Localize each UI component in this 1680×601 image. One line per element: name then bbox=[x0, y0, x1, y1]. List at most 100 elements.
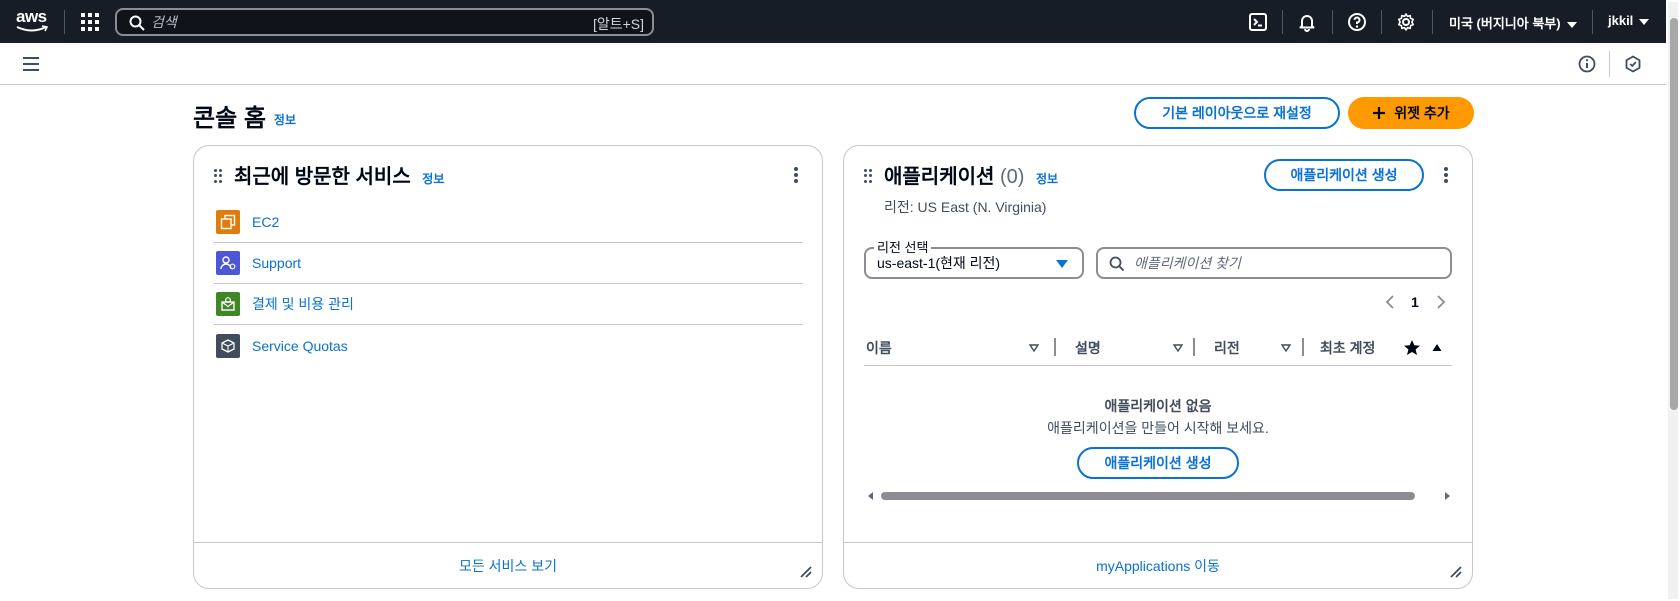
view-all-services-link[interactable]: 모든 서비스 보기 bbox=[459, 556, 557, 576]
scrollbar-thumb[interactable] bbox=[881, 492, 1415, 500]
service-item-ec2[interactable]: EC2 bbox=[214, 202, 803, 243]
find-applications-input[interactable] bbox=[1134, 255, 1434, 271]
billing-icon bbox=[216, 292, 240, 316]
column-header-first-account-cell: 최초 계정 bbox=[1320, 332, 1386, 362]
column-resizer[interactable] bbox=[1193, 338, 1195, 356]
find-applications-field[interactable] bbox=[1096, 247, 1452, 279]
drag-handle-icon[interactable] bbox=[864, 169, 872, 183]
go-to-myapplications-link[interactable]: myApplications 이동 bbox=[1096, 556, 1220, 576]
more-options-icon[interactable] bbox=[1444, 167, 1448, 183]
search-icon bbox=[129, 15, 145, 31]
table-header-divider bbox=[864, 365, 1452, 366]
create-application-button[interactable]: 애플리케이션 생성 bbox=[1264, 159, 1424, 191]
scroll-left-arrow-icon[interactable] bbox=[868, 492, 874, 500]
widget-title: 최근에 방문한 서비스 정보 bbox=[234, 160, 444, 189]
service-item-billing[interactable]: 결제 및 비용 관리 bbox=[214, 284, 803, 325]
topbar-divider bbox=[1282, 10, 1283, 34]
column-header-first-account[interactable]: 최초 계정 bbox=[1320, 338, 1375, 358]
aws-smile-icon bbox=[16, 25, 48, 32]
column-resizer[interactable] bbox=[1302, 338, 1304, 356]
region-select-value: us-east-1(현재 리전) bbox=[877, 255, 1001, 271]
add-widget-label: 위젯 추가 bbox=[1394, 105, 1450, 121]
page-info-link[interactable]: 정보 bbox=[274, 113, 296, 127]
plus-icon bbox=[1373, 107, 1386, 119]
region-select-label: 리전 선택 bbox=[874, 237, 932, 256]
sort-icon[interactable] bbox=[1281, 343, 1291, 353]
more-options-icon[interactable] bbox=[794, 167, 798, 183]
service-link[interactable]: 결제 및 비용 관리 bbox=[252, 294, 354, 314]
widget-title-text: 애플리케이션 bbox=[884, 166, 995, 188]
region-label: 미국 (버지니아 북부) bbox=[1449, 16, 1561, 31]
sort-ascending-icon[interactable] bbox=[1432, 343, 1442, 352]
empty-state-create-button[interactable]: 애플리케이션 생성 bbox=[1077, 447, 1239, 479]
topbar-divider bbox=[1592, 10, 1593, 34]
service-item-service-quotas[interactable]: Service Quotas bbox=[214, 325, 803, 366]
support-icon bbox=[216, 251, 240, 275]
service-link[interactable]: Support bbox=[252, 255, 301, 271]
topbar-divider bbox=[64, 10, 65, 34]
service-link[interactable]: EC2 bbox=[252, 214, 279, 230]
notifications-bell-icon[interactable] bbox=[1297, 12, 1317, 32]
feedback-hexagon-icon[interactable] bbox=[1624, 55, 1642, 73]
column-header-name[interactable]: 이름 bbox=[866, 338, 892, 358]
column-resizer[interactable] bbox=[1054, 338, 1056, 356]
info-circle-icon[interactable] bbox=[1578, 55, 1596, 73]
toolbar-divider bbox=[1609, 51, 1610, 77]
widget-title: 애플리케이션 (0) 정보 bbox=[884, 160, 1058, 189]
aws-logo-text: aws bbox=[16, 7, 47, 26]
account-menu[interactable]: jkkil bbox=[1608, 13, 1650, 28]
top-navigation-bar: aws [알트+S] 미국 (버지니아 북부) jk bbox=[0, 0, 1666, 43]
search-box[interactable]: [알트+S] bbox=[115, 8, 654, 36]
application-count: (0) bbox=[999, 166, 1025, 188]
horizontal-scrollbar[interactable] bbox=[864, 490, 1452, 502]
recently-visited-widget: 최근에 방문한 서비스 정보 EC2 Support 결제 및 비용 관리 Se… bbox=[193, 145, 823, 589]
drag-handle-icon[interactable] bbox=[214, 169, 222, 183]
caret-down-icon bbox=[1639, 18, 1650, 25]
widget-info-link[interactable]: 정보 bbox=[422, 172, 444, 186]
ec2-icon bbox=[216, 210, 240, 234]
resize-handle-icon[interactable] bbox=[1450, 566, 1462, 578]
resize-handle-icon[interactable] bbox=[800, 566, 812, 578]
page-title-text: 콘솔 홈 bbox=[193, 105, 266, 132]
search-shortcut: [알트+S] bbox=[592, 16, 644, 32]
widget-footer: myApplications 이동 bbox=[844, 542, 1472, 588]
help-icon[interactable] bbox=[1347, 12, 1367, 32]
secondary-toolbar bbox=[0, 43, 1666, 85]
service-link[interactable]: Service Quotas bbox=[252, 338, 348, 354]
services-grid-icon[interactable] bbox=[81, 13, 99, 31]
applications-widget: 애플리케이션 (0) 정보 애플리케이션 생성 리전: US East (N. … bbox=[843, 145, 1473, 589]
service-item-support[interactable]: Support bbox=[214, 243, 803, 284]
search-input[interactable] bbox=[151, 14, 571, 30]
region-info-text: 리전: US East (N. Virginia) bbox=[884, 199, 1047, 215]
star-filled-icon[interactable] bbox=[1403, 339, 1421, 356]
caret-down-icon bbox=[1056, 260, 1068, 268]
recent-services-list: EC2 Support 결제 및 비용 관리 Service Quotas bbox=[214, 202, 803, 366]
page-number[interactable]: 1 bbox=[1411, 294, 1419, 310]
aws-logo[interactable]: aws bbox=[16, 8, 50, 36]
sort-icon[interactable] bbox=[1173, 343, 1183, 353]
settings-gear-icon[interactable] bbox=[1396, 12, 1416, 32]
caret-down-icon bbox=[1566, 21, 1577, 28]
widget-info-link[interactable]: 정보 bbox=[1036, 172, 1058, 186]
topbar-divider bbox=[1432, 10, 1433, 34]
column-header-description[interactable]: 설명 bbox=[1075, 338, 1101, 358]
widget-footer: 모든 서비스 보기 bbox=[194, 542, 822, 588]
chevron-right-icon[interactable] bbox=[1436, 295, 1446, 309]
topbar-divider bbox=[1332, 10, 1333, 34]
reset-layout-button[interactable]: 기본 레이아웃으로 재설정 bbox=[1134, 97, 1340, 129]
account-name: jkkil bbox=[1608, 13, 1634, 28]
menu-hamburger-icon[interactable] bbox=[23, 57, 39, 71]
chevron-left-icon[interactable] bbox=[1385, 295, 1395, 309]
page-vertical-scrollbar[interactable] bbox=[1668, 2, 1678, 599]
empty-state-title: 애플리케이션 없음 bbox=[1104, 398, 1212, 414]
region-selector[interactable]: 미국 (버지니아 북부) bbox=[1449, 13, 1577, 32]
topbar-divider bbox=[1381, 10, 1382, 34]
scroll-right-arrow-icon[interactable] bbox=[1444, 492, 1450, 500]
add-widget-button[interactable]: 위젯 추가 bbox=[1348, 97, 1474, 129]
column-header-region[interactable]: 리전 bbox=[1214, 338, 1240, 358]
widget-title-text: 최근에 방문한 서비스 bbox=[234, 166, 411, 188]
page-title: 콘솔 홈 정보 bbox=[193, 98, 296, 133]
page-scrollbar-thumb[interactable] bbox=[1670, 18, 1678, 410]
sort-icon[interactable] bbox=[1029, 343, 1039, 353]
cloudshell-icon[interactable] bbox=[1248, 12, 1268, 32]
